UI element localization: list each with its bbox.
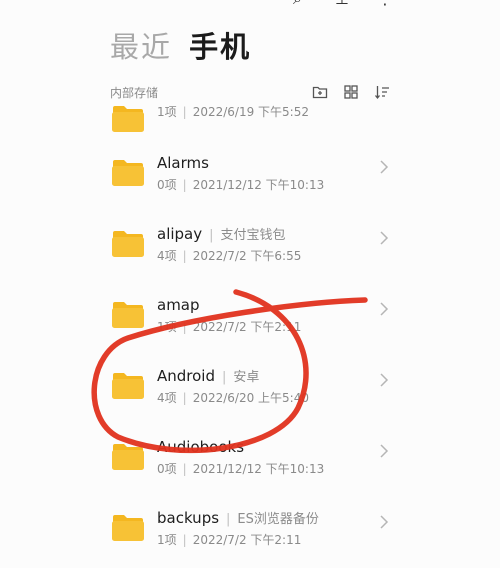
folder-meta: 1项 | 2022/6/19 下午5:52	[157, 104, 309, 120]
modified-date: 2022/7/2 下午6:55	[192, 249, 302, 263]
chevron-right-icon[interactable]	[378, 228, 390, 248]
alias-divider: |	[222, 370, 227, 385]
meta-divider: |	[182, 533, 187, 547]
modified-date: 2022/7/2 下午2:11	[192, 533, 302, 547]
folder-meta: 4项 | 2022/7/2 下午6:55	[157, 248, 301, 264]
folder-icon	[111, 514, 145, 542]
chevron-right-icon[interactable]	[378, 441, 390, 461]
meta-divider: |	[182, 249, 187, 263]
item-count: 1项	[157, 533, 177, 547]
folder-icon	[111, 230, 145, 258]
folder-icon	[111, 372, 145, 400]
folder-icon	[111, 105, 145, 133]
item-count: 0项	[157, 178, 177, 192]
chevron-right-icon[interactable]	[378, 370, 390, 390]
modified-date: 2021/12/12 下午10:13	[192, 462, 325, 476]
item-count: 1项	[157, 320, 177, 334]
folder-name-line: alipay | 支付宝钱包	[157, 224, 286, 246]
folder-name-line: Android | 安卓	[157, 366, 259, 388]
folder-icon	[111, 301, 145, 329]
folder-row[interactable]: Alarms 0项 | 2021/12/12 下午10:13	[0, 153, 500, 213]
folder-name-line: Alarms	[157, 153, 209, 173]
alias-divider: |	[209, 228, 214, 243]
folder-name-line: amap	[157, 295, 200, 315]
modified-date: 2022/6/20 上午5:40	[192, 391, 309, 405]
folder-alias: 支付宝钱包	[220, 228, 286, 243]
meta-divider: |	[182, 105, 187, 119]
folder-name: amap	[157, 296, 200, 314]
item-count: 4项	[157, 391, 177, 405]
folder-row[interactable]: amap 1项 | 2022/7/2 下午2:11	[0, 295, 500, 355]
folder-name: backups	[157, 509, 220, 527]
folder-alias: ES浏览器备份	[237, 512, 319, 527]
chevron-right-icon[interactable]	[378, 157, 390, 177]
chevron-right-icon[interactable]	[378, 512, 390, 532]
folder-meta: 0项 | 2021/12/12 下午10:13	[157, 461, 324, 477]
item-count: 4项	[157, 249, 177, 263]
folder-name: Android	[157, 367, 215, 385]
folder-row[interactable]: 1项 | 2022/6/19 下午5:52	[0, 99, 500, 159]
meta-divider: |	[182, 320, 187, 334]
folder-name: alipay	[157, 225, 203, 243]
folder-meta: 0项 | 2021/12/12 下午10:13	[157, 177, 324, 193]
folder-row[interactable]: Android | 安卓 4项 | 2022/6/20 上午5:40	[0, 366, 500, 426]
meta-divider: |	[182, 391, 187, 405]
folder-meta: 1项 | 2022/7/2 下午2:11	[157, 319, 301, 335]
folder-row[interactable]: backups | ES浏览器备份 1项 | 2022/7/2 下午2:11	[0, 508, 500, 568]
alias-divider: |	[226, 512, 231, 527]
folder-name: Alarms	[157, 154, 209, 172]
item-count: 1项	[157, 105, 177, 119]
folder-list: 1项 | 2022/6/19 下午5:52 Alarms 0项 | 2021/12/12 下…	[0, 0, 500, 547]
folder-icon	[111, 443, 145, 471]
folder-name: Audiobooks	[157, 438, 245, 456]
folder-meta: 1项 | 2022/7/2 下午2:11	[157, 532, 301, 548]
item-count: 0项	[157, 462, 177, 476]
folder-name-line: Audiobooks	[157, 437, 244, 457]
modified-date: 2022/7/2 下午2:11	[192, 320, 302, 334]
meta-divider: |	[182, 178, 187, 192]
modified-date: 2021/12/12 下午10:13	[192, 178, 325, 192]
chevron-right-icon[interactable]	[378, 299, 390, 319]
folder-alias: 安卓	[233, 370, 260, 385]
folder-icon	[111, 159, 145, 187]
folder-row[interactable]: Audiobooks 0项 | 2021/12/12 下午10:13	[0, 437, 500, 497]
folder-name-line: backups | ES浏览器备份	[157, 508, 319, 530]
folder-row[interactable]: alipay | 支付宝钱包 4项 | 2022/7/2 下午6:55	[0, 224, 500, 284]
folder-meta: 4项 | 2022/6/20 上午5:40	[157, 390, 309, 406]
meta-divider: |	[182, 462, 187, 476]
modified-date: 2022/6/19 下午5:52	[192, 105, 309, 119]
